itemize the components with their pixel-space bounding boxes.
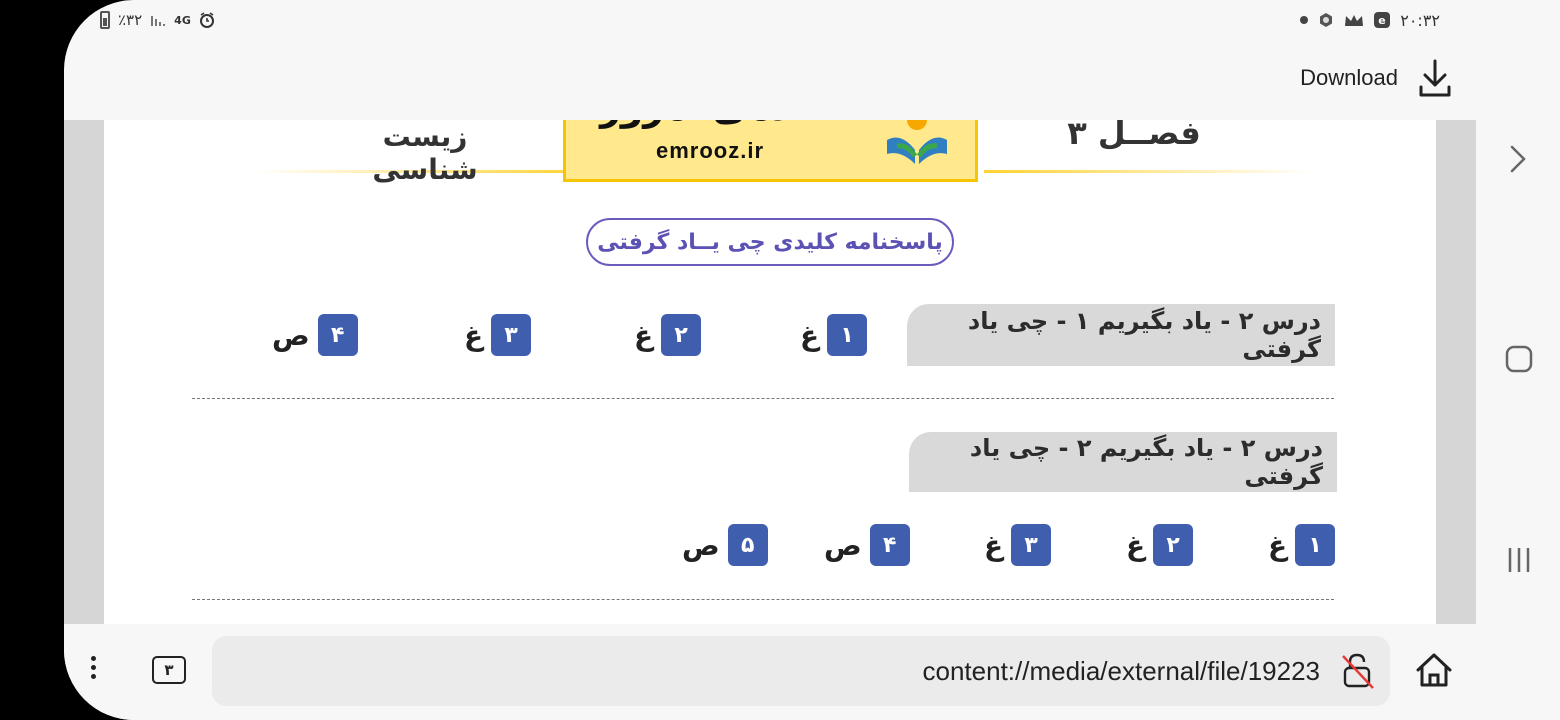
section1-title: درس ۲ - یاد بگیریم ۱ - چی یاد گرفتی (967, 307, 1321, 363)
answer-value: ص (682, 528, 720, 562)
answer-value: غ (634, 318, 654, 352)
more-menu-icon[interactable] (88, 652, 98, 692)
answer-number-badge: ۲ (661, 314, 702, 356)
logo-mark-icon (887, 120, 947, 164)
answer-number-badge: ۵ (727, 524, 768, 566)
section2-answer-4: ۴ ص (824, 524, 910, 566)
answer-value: غ (800, 318, 820, 352)
battery-level: ٪۳۲ (118, 11, 143, 29)
battery-icon (100, 11, 110, 29)
tabs-button[interactable]: ۳ (152, 656, 186, 684)
answer-key-title: پاسخنامه کلیدی چی یــاد گرفتی (586, 218, 954, 266)
tab-count: ۳ (164, 661, 174, 679)
download-label: Download (1300, 65, 1398, 90)
section1-answer-2: ۲ غ (634, 314, 702, 356)
logo: آکادمی امروز emrooz.ir (563, 120, 978, 182)
download-button[interactable]: Download (1300, 58, 1452, 98)
answer-number-badge: ۳ (1011, 524, 1052, 566)
header-line-right (984, 170, 1314, 173)
answer-number-badge: ۴ (869, 524, 910, 566)
logo-text: آکادمی امروز (600, 120, 839, 129)
signal-icon (151, 16, 166, 26)
section1-answer-3: ۳ غ (464, 314, 532, 356)
document-viewer[interactable]: زیست شناسی فصــل ۳ آکادمی امروز emrooz.i… (64, 120, 1476, 624)
notification-dot-icon (1300, 16, 1309, 24)
answer-value: غ (984, 528, 1004, 562)
download-icon (1419, 59, 1451, 97)
section1-answer-4: ۴ ص (272, 314, 358, 356)
status-bar-right: e ۲۰:۳۲ (1300, 8, 1440, 32)
document-page: زیست شناسی فصــل ۳ آکادمی امروز emrooz.i… (104, 120, 1436, 624)
section2-answer-2: ۲ غ (1126, 524, 1194, 566)
section1-answer-1: ۱ غ (800, 314, 868, 356)
network-type: 4G (174, 13, 191, 27)
answer-number-badge: ۱ (827, 314, 868, 356)
recents-nav-icon[interactable] (1504, 545, 1534, 575)
phone-screen: ٪۳۲ 4G e ۲۰:۳۲ Download زیست شناسی فصــل… (64, 0, 1560, 720)
section2-answer-5: ۵ ص (682, 524, 768, 566)
url-text: content://media/external/file/19223 (922, 655, 1320, 686)
status-bar-left: ٪۳۲ 4G (100, 8, 215, 32)
url-bar[interactable]: content://media/external/file/19223 (212, 636, 1390, 706)
browser-bottom-bar: ۳ content://media/external/file/19223 (64, 624, 1560, 720)
chapter-title: فصــل ۳ (1067, 120, 1201, 152)
answer-value: غ (1126, 528, 1146, 562)
browser-e-icon: e (1374, 12, 1391, 28)
section2-banner: درس ۲ - یاد بگیریم ۲ - چی یاد گرفتی (909, 432, 1337, 492)
section2-title: درس ۲ - یاد بگیریم ۲ - چی یاد گرفتی (969, 434, 1323, 490)
svg-text:e: e (1379, 14, 1386, 27)
section2-answer-3: ۳ غ (984, 524, 1052, 566)
section1-banner: درس ۲ - یاد بگیریم ۱ - چی یاد گرفتی (907, 304, 1335, 366)
side-navigation (1476, 0, 1560, 720)
answer-value: ص (272, 318, 310, 352)
alarm-icon (199, 12, 214, 28)
section-divider (192, 398, 1334, 399)
answer-value: غ (1268, 528, 1288, 562)
answer-number-badge: ۴ (317, 314, 358, 356)
hexagon-app-icon (1320, 13, 1333, 27)
answer-number-badge: ۲ (1153, 524, 1194, 566)
clock: ۲۰:۳۲ (1400, 10, 1440, 30)
home-nav-icon[interactable] (1504, 344, 1534, 374)
answer-value: ص (824, 528, 862, 562)
logo-url: emrooz.ir (656, 138, 765, 163)
forward-chevron-icon[interactable] (1506, 144, 1530, 174)
section-divider (192, 599, 1334, 600)
crown-icon (1345, 15, 1364, 26)
insecure-lock-icon[interactable] (1340, 652, 1376, 690)
answer-number-badge: ۳ (491, 314, 532, 356)
answer-value: غ (464, 318, 484, 352)
answer-number-badge: ۱ (1295, 524, 1336, 566)
section2-answer-1: ۱ غ (1268, 524, 1336, 566)
home-icon[interactable] (1414, 650, 1454, 690)
subject-title: زیست شناسی (372, 120, 478, 186)
